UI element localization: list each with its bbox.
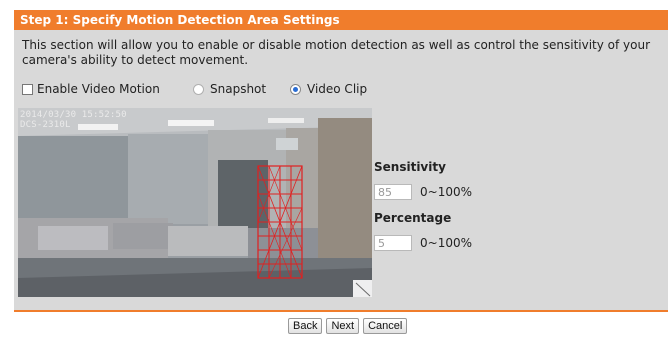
- sensitivity-input[interactable]: 85: [374, 184, 412, 200]
- percentage-range: 0~100%: [420, 236, 472, 250]
- camera-preview[interactable]: 2014/03/30 15:52:50 DCS-2310L: [18, 108, 372, 297]
- camera-device-name: DCS-2310L: [20, 120, 71, 130]
- motion-detection-panel: Step 1: Specify Motion Detection Area Se…: [14, 10, 668, 310]
- video-clip-label: Video Clip: [307, 82, 368, 96]
- percentage-label: Percentage: [374, 211, 452, 225]
- sensitivity-label: Sensitivity: [374, 160, 446, 174]
- step-description: This section will allow you to enable or…: [22, 38, 651, 67]
- motion-area-grid[interactable]: [257, 165, 303, 279]
- video-clip-option[interactable]: Video Clip: [290, 79, 367, 99]
- snapshot-radio[interactable]: [193, 83, 204, 95]
- sensitivity-range: 0~100%: [420, 185, 472, 199]
- camera-timestamp: 2014/03/30 15:52:50: [20, 110, 127, 120]
- wizard-buttons: Back Next Cancel: [288, 318, 408, 334]
- enable-video-motion-option[interactable]: Enable Video Motion: [22, 79, 160, 99]
- next-button[interactable]: Next: [326, 318, 360, 334]
- enable-video-motion-label: Enable Video Motion: [37, 82, 160, 96]
- back-button[interactable]: Back: [288, 318, 323, 334]
- video-clip-radio[interactable]: [290, 83, 301, 95]
- footer-divider: [14, 310, 668, 312]
- camera-image: [18, 108, 372, 297]
- enable-video-motion-checkbox[interactable]: [22, 83, 33, 95]
- percentage-input[interactable]: 5: [374, 235, 412, 251]
- snapshot-label: Snapshot: [210, 82, 267, 96]
- step-title: Step 1: Specify Motion Detection Area Se…: [14, 10, 668, 30]
- cancel-button[interactable]: Cancel: [363, 318, 408, 334]
- snapshot-option[interactable]: Snapshot: [193, 79, 266, 99]
